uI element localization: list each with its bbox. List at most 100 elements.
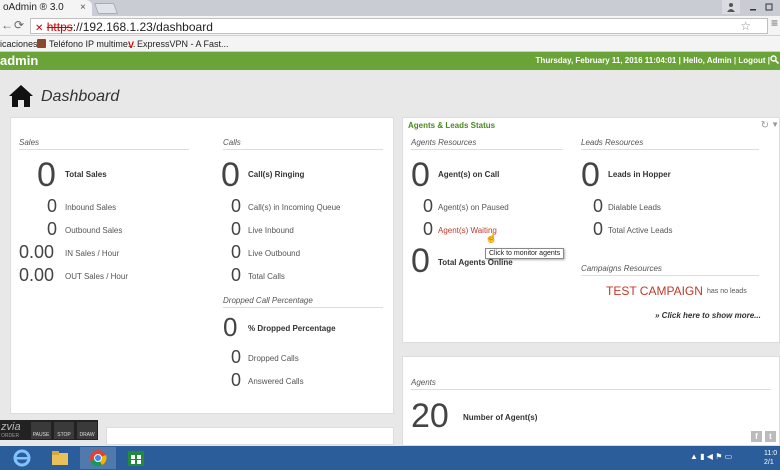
campaign-name-link[interactable]: TEST CAMPAIGN [606, 284, 703, 298]
reload-icon[interactable]: ⟳ [12, 18, 26, 32]
campaigns-resources-title: Campaigns Resources [581, 264, 759, 276]
bookmark-expressvpn[interactable]: V ExpressVPN - A Fast... [128, 39, 229, 50]
header-greeting: Hello, Admin [683, 56, 732, 65]
agents-paused-label: Agent(s) on Paused [438, 203, 509, 212]
answered-calls-value: 0 [231, 370, 242, 390]
refresh-icon[interactable]: ↻ [761, 120, 769, 131]
recorder-draw-button[interactable]: DRAW [77, 422, 97, 439]
network-icon[interactable]: ▮ [700, 452, 704, 461]
recorder-pause-button[interactable]: PAUSE [31, 422, 51, 439]
live-outbound-label: Live Outbound [248, 249, 301, 258]
file-explorer-icon[interactable] [42, 447, 78, 469]
volume-icon[interactable]: ◀ [707, 452, 713, 461]
browser-menu-icon[interactable]: ≡ [771, 16, 778, 30]
agents-online-label: Total Agents Online [438, 258, 513, 267]
agents-count-label: Number of Agent(s) [463, 413, 538, 422]
inbound-sales-label: Inbound Sales [65, 203, 117, 212]
url-path: ://192.168.1.23/dashboard [72, 20, 213, 34]
total-calls-label: Total Calls [248, 272, 285, 281]
screen-recorder-toolbar: zvia ORDER PAUSE STOP DRAW [0, 420, 98, 440]
total-sales-label: Total Sales [65, 170, 107, 179]
sales-section-title: Sales [19, 138, 189, 150]
outbound-sales-value: 0 [47, 219, 58, 239]
agents-waiting-value: 0 [423, 219, 434, 239]
internet-explorer-icon[interactable] [4, 447, 40, 469]
live-outbound-value: 0 [231, 242, 242, 262]
header-datetime: Thursday, February 11, 2016 11:04:01 [535, 56, 677, 65]
dropped-pct-label: % Dropped Percentage [248, 324, 336, 333]
agents-panel: Agents 20 Number of Agent(s) [402, 356, 780, 446]
agents-resources-title: Agents Resources [411, 138, 563, 150]
header-info: Thursday, February 11, 2016 11:04:01 | H… [535, 56, 770, 65]
incoming-queue-value: 0 [231, 196, 242, 216]
search-icon[interactable] [770, 55, 780, 67]
tray-up-arrow-icon[interactable]: ▲ [690, 452, 698, 461]
browser-tab[interactable]: oAdmin ® 3.0 × [0, 0, 92, 16]
recorder-stop-button[interactable]: STOP [54, 422, 74, 439]
show-more-link[interactable]: » Click here to show more... [655, 311, 761, 320]
recorder-logo: zvia [1, 421, 21, 433]
leads-hopper-label: Leads in Hopper [608, 170, 671, 179]
incoming-queue-label: Call(s) in Incoming Queue [248, 203, 341, 212]
campaign-note: has no leads [707, 288, 747, 295]
new-tab-button[interactable] [93, 3, 119, 14]
url-scheme: https [46, 20, 73, 34]
in-sales-hour-value: 0.00 [19, 242, 55, 262]
bookmarks-bar: icaciones Teléfono IP multime... V Expres… [0, 36, 780, 52]
browser-tab-bar: oAdmin ® 3.0 × [0, 0, 780, 16]
dropped-calls-value: 0 [231, 347, 242, 367]
tab-close-icon[interactable]: × [80, 2, 86, 13]
agents-on-call-value: 0 [411, 156, 430, 194]
live-inbound-value: 0 [231, 219, 242, 239]
bookmark-ip-phone[interactable]: Teléfono IP multime... [37, 39, 135, 49]
expressvpn-icon: V [128, 40, 135, 50]
agents-online-value: 0 [411, 242, 430, 280]
calls-ringing-label: Call(s) Ringing [248, 170, 305, 179]
agents-section-title: Agents [411, 378, 771, 390]
flag-icon[interactable]: ⚑ [715, 452, 722, 461]
active-leads-value: 0 [593, 219, 604, 239]
hand-cursor-icon: ☝ [485, 233, 498, 244]
secondary-panel [106, 427, 394, 445]
calls-section-title: Calls [223, 138, 383, 150]
agents-paused-value: 0 [423, 196, 434, 216]
facebook-icon[interactable]: f [751, 431, 762, 442]
home-icon [9, 85, 33, 107]
windows-taskbar: ▲ ▮ ◀ ⚑ ▭ 11:0 2/1 [0, 446, 780, 470]
app-header: admin Thursday, February 11, 2016 11:04:… [0, 52, 780, 70]
recorder-sub-label: ORDER [1, 433, 20, 439]
active-leads-label: Total Active Leads [608, 226, 673, 235]
brand-logo[interactable]: admin [0, 53, 38, 68]
status-panel-title: Agents & Leads Status [408, 121, 496, 130]
out-sales-hour-label: OUT Sales / Hour [65, 272, 128, 281]
page-title-text: Dashboard [41, 88, 120, 105]
dropped-pct-value: 0 [223, 312, 238, 342]
maximize-icon[interactable] [760, 0, 778, 14]
bookmark-star-icon[interactable]: ☆ [740, 19, 751, 33]
taskbar-clock[interactable]: 11:0 2/1 [764, 449, 777, 467]
answered-calls-label: Answered Calls [248, 377, 304, 386]
tab-title: oAdmin ® 3.0 [3, 2, 64, 13]
agents-on-call-label: Agent(s) on Call [438, 170, 500, 179]
battery-icon[interactable]: ▭ [725, 452, 733, 461]
logout-link[interactable]: Logout [738, 56, 765, 65]
collapse-icon[interactable]: ▼ [771, 120, 779, 129]
url-input[interactable]: ✕ https://192.168.1.23/dashboard ☆ [30, 18, 768, 34]
bookmark-apps[interactable]: icaciones [0, 39, 38, 49]
dropped-calls-label: Dropped Calls [248, 354, 299, 363]
out-sales-hour-value: 0.00 [19, 265, 55, 285]
outbound-sales-label: Outbound Sales [65, 226, 123, 235]
user-profile-icon[interactable] [722, 0, 740, 14]
total-calls-value: 0 [231, 265, 242, 285]
store-icon[interactable] [118, 447, 154, 469]
agents-count-value: 20 [411, 397, 449, 435]
phone-icon [37, 39, 46, 48]
total-sales-value: 0 [37, 156, 56, 194]
leads-resources-title: Leads Resources [581, 138, 759, 150]
dropped-section-title: Dropped Call Percentage [223, 296, 383, 308]
live-inbound-label: Live Inbound [248, 226, 294, 235]
lock-broken-icon: ✕ [35, 23, 44, 34]
leads-hopper-value: 0 [581, 156, 600, 194]
twitter-icon[interactable]: t [765, 431, 776, 442]
chrome-icon[interactable] [80, 447, 116, 469]
